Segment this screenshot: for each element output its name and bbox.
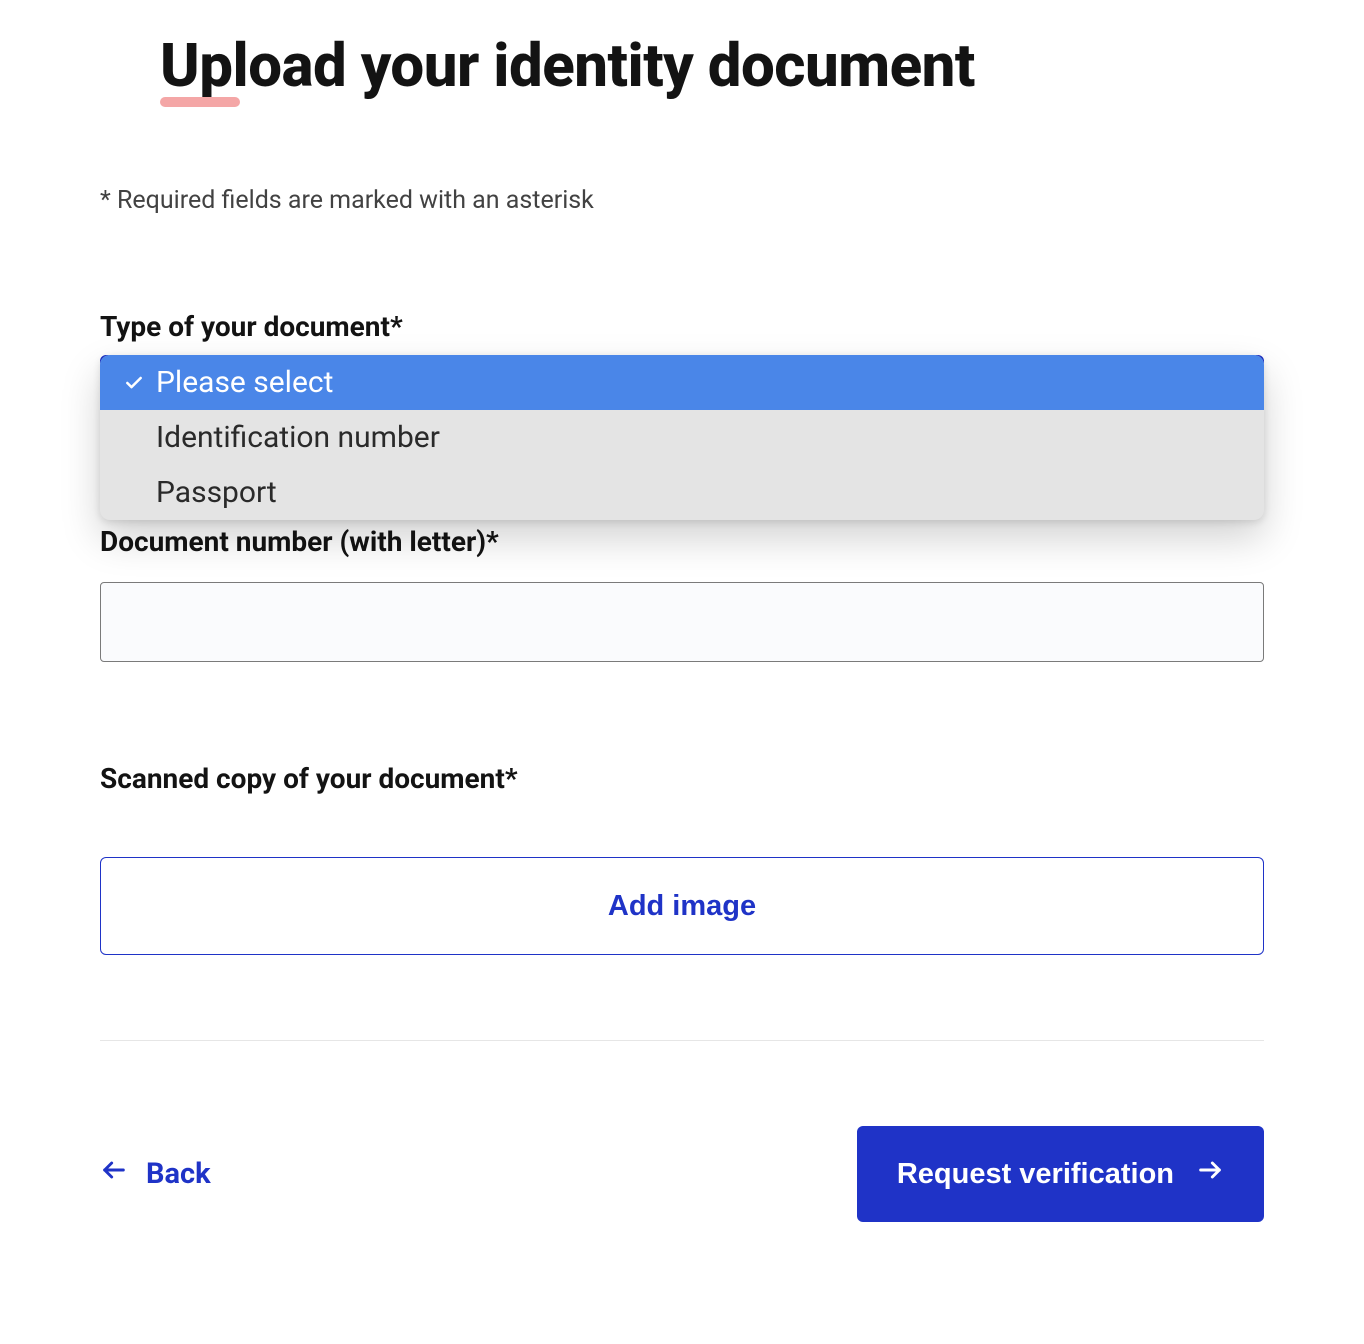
section-divider [100,1040,1264,1041]
document-type-label: Type of your document* [100,310,1264,343]
dropdown-option-label: Passport [156,475,277,510]
scanned-copy-label: Scanned copy of your document* [100,762,1264,795]
title-underline-accent [160,97,240,107]
dropdown-option-label: Please select [156,365,333,400]
page-title-text: Upload your identity document [160,30,975,101]
document-number-input[interactable] [100,582,1264,662]
back-button-label: Back [146,1157,211,1191]
check-icon [120,373,148,393]
request-verification-label: Request verification [897,1158,1174,1191]
document-type-dropdown: Please select Identification number Pass… [100,355,1264,520]
back-button[interactable]: Back [100,1156,211,1192]
required-fields-note: * Required fields are marked with an ast… [100,186,1264,215]
document-type-select[interactable]: Please select Identification number Pass… [100,355,1264,435]
footer: Back Request verification [100,1126,1264,1222]
arrow-left-icon [100,1156,128,1192]
dropdown-option-passport[interactable]: Passport [100,465,1264,520]
document-number-label: Document number (with letter)* [100,525,1264,558]
page-title: Upload your identity document [160,30,975,101]
dropdown-option-identification-number[interactable]: Identification number [100,410,1264,465]
dropdown-option-please-select[interactable]: Please select [100,355,1264,410]
request-verification-button[interactable]: Request verification [857,1126,1264,1222]
add-image-button[interactable]: Add image [100,857,1264,955]
dropdown-option-label: Identification number [156,420,440,455]
arrow-right-icon [1196,1156,1224,1192]
